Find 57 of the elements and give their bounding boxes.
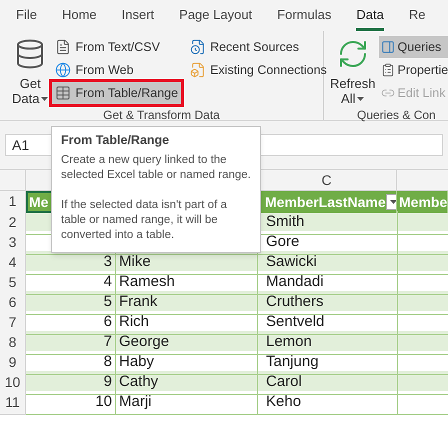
- ribbon-tab[interactable]: Data: [356, 4, 384, 31]
- ribbon-big-button[interactable]: Get Data: [10, 36, 50, 106]
- table-cell-text: Sawicki: [266, 252, 317, 272]
- table-cell-text: Keho: [266, 392, 302, 412]
- table-cell-text: Tanjung: [266, 352, 319, 372]
- table-cell-text: Mike: [119, 252, 151, 272]
- ribbon-tab[interactable]: Page Layout: [179, 4, 252, 31]
- table-cell-text: Cruthers: [266, 292, 324, 312]
- ribbon-big-button[interactable]: Refresh All: [328, 36, 378, 106]
- table-cell-text: 7: [104, 332, 112, 352]
- table-cell-text: Haby: [119, 352, 154, 372]
- ribbon-button[interactable]: Recent Sources: [187, 36, 330, 58]
- table-cell-text: Carol: [266, 372, 302, 392]
- table-cell-text: Frank: [119, 292, 158, 312]
- ribbon-button[interactable]: From Text/CSV: [52, 36, 182, 58]
- ribbon-button[interactable]: Queries: [378, 36, 448, 58]
- ribbon-tab[interactable]: File: [16, 4, 37, 31]
- ribbon-button[interactable]: From Web: [52, 59, 182, 81]
- panel-icon: [380, 40, 395, 54]
- ribbon-button[interactable]: Existing Connections: [187, 59, 330, 81]
- table-cell-text: Cathy: [119, 372, 158, 392]
- table-cell-text: Marji: [119, 392, 152, 412]
- ribbon-button[interactable]: From Table/Range: [52, 82, 182, 104]
- ribbon-tab[interactable]: Formulas: [277, 4, 332, 31]
- list-icon: [380, 63, 395, 77]
- table-cell-text: Lemon: [266, 332, 312, 352]
- table-cell-text: 5: [104, 292, 112, 312]
- table-cell-text: Smith: [266, 212, 304, 232]
- ribbon-tab[interactable]: Home: [62, 4, 97, 31]
- table-cell-text: George: [119, 332, 170, 352]
- caret-icon: [390, 200, 396, 204]
- ribbon-button[interactable]: Propertie: [378, 59, 448, 81]
- group-label: Get & Transform Data: [102, 107, 221, 124]
- table-cell-text: 6: [104, 312, 112, 332]
- ribbon-tab[interactable]: Insert: [122, 4, 154, 31]
- row-header[interactable]: 1: [0, 191, 26, 213]
- table-cell-text: 8: [104, 352, 112, 372]
- table-cell-text: Gore: [266, 232, 300, 252]
- row-header[interactable]: 11: [0, 391, 26, 414]
- table-cell-text: 10: [95, 392, 112, 412]
- ribbon-tab[interactable]: Re: [408, 4, 426, 31]
- table-cell-text: Ramesh: [119, 272, 175, 292]
- column-header[interactable]: C: [321, 170, 332, 191]
- document-icon: [55, 39, 72, 55]
- table-cell-text: 4: [104, 272, 112, 292]
- table-icon: [55, 85, 72, 101]
- table-cell-text: Mandadi: [266, 272, 324, 292]
- table-cell-text: 3: [104, 252, 112, 272]
- globe-icon: [55, 62, 72, 78]
- table-cell-text: Rich: [119, 312, 150, 332]
- clock-document-icon: [190, 39, 206, 55]
- table-cell-text: 9: [104, 372, 112, 392]
- table-cell-text: Sentveld: [266, 312, 324, 332]
- document-icon: [190, 62, 206, 78]
- group-label: Queries & Con: [356, 107, 437, 124]
- table-header-cell: Membe: [397, 191, 448, 213]
- tooltip-text: Create a new query linked to the selected Excel table or named range.: [61, 153, 251, 183]
